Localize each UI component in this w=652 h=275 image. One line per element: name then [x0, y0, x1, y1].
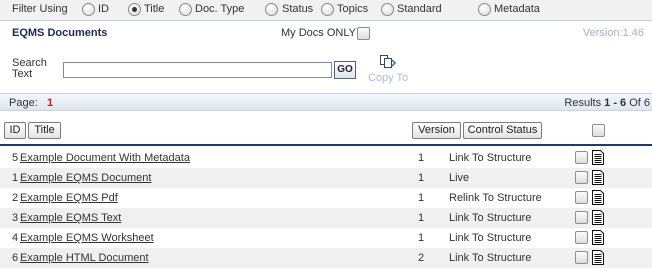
row-status: Link To Structure [449, 212, 532, 224]
filter-radio-metadata-label: Metadata [494, 3, 540, 15]
filter-radio-topics-label: Topics [337, 3, 369, 15]
filter-label: Filter Using [12, 3, 68, 15]
filter-radio-id-label: ID [98, 3, 109, 15]
row-version: 2 [418, 252, 425, 264]
table-row: 1 Example EQMS Document 1 Live [0, 168, 652, 188]
row-id: 1 [12, 172, 19, 184]
row-title-link[interactable]: Example EQMS Text [20, 212, 121, 224]
row-version: 1 [418, 192, 425, 204]
filter-bar: Filter Using ID Title Doc. Type Status T… [0, 0, 652, 20]
row-checkbox[interactable] [575, 191, 588, 204]
row-id: 5 [12, 152, 19, 164]
go-button[interactable]: GO [334, 61, 356, 79]
filter-radio-metadata[interactable] [478, 3, 491, 16]
row-status: Link To Structure [449, 152, 532, 164]
row-id: 3 [12, 212, 19, 224]
row-checkbox[interactable] [575, 251, 588, 264]
header-divider [0, 144, 652, 146]
row-status: Link To Structure [449, 232, 532, 244]
document-icon[interactable] [592, 150, 604, 165]
filter-radio-status-label: Status [282, 3, 314, 15]
row-status: Link To Structure [449, 252, 532, 264]
document-icon[interactable] [592, 170, 604, 185]
filter-radio-standard[interactable] [381, 3, 394, 16]
table-row: 2 Example EQMS Pdf 1 Relink To Structure [0, 188, 652, 208]
row-id: 2 [12, 192, 19, 204]
document-icon[interactable] [592, 190, 604, 205]
column-header-id[interactable]: ID [4, 122, 26, 139]
filter-radio-status[interactable] [265, 3, 278, 16]
row-title-link[interactable]: Example EQMS Document [20, 172, 151, 184]
table-row: 5 Example Document With Metadata 1 Link … [0, 148, 652, 168]
row-title-link[interactable]: Example EQMS Worksheet [20, 232, 154, 244]
filter-radio-title-label: Title [144, 3, 165, 15]
row-id: 4 [12, 232, 19, 244]
select-all-checkbox[interactable] [592, 124, 605, 137]
row-checkbox[interactable] [575, 171, 588, 184]
search-label: Search Text [12, 57, 47, 80]
document-icon[interactable] [592, 230, 604, 245]
filter-radio-doc-type[interactable] [179, 3, 192, 16]
version-label: Version:1.46 [582, 27, 644, 39]
my-docs-only-label: My Docs ONLY [281, 27, 356, 39]
row-title-link[interactable]: Example HTML Document [20, 252, 149, 264]
table-row: 4 Example EQMS Worksheet 1 Link To Struc… [0, 228, 652, 248]
table-row: 3 Example EQMS Text 1 Link To Structure [0, 208, 652, 228]
pager-bar: Page: 1 Results 1 - 6 Of 6 [0, 93, 652, 111]
search-input[interactable] [63, 62, 332, 78]
row-title-link[interactable]: Example EQMS Pdf [20, 192, 118, 204]
copy-to-link[interactable]: Copy To [368, 72, 408, 84]
filter-radio-doc-type-label: Doc. Type [195, 3, 245, 15]
page-number-link[interactable]: 1 [47, 97, 53, 109]
filter-radio-topics[interactable] [321, 3, 334, 16]
row-checkbox[interactable] [575, 211, 588, 224]
table-row: 6 Example HTML Document 2 Link To Struct… [0, 248, 652, 268]
row-checkbox[interactable] [575, 231, 588, 244]
column-header-title[interactable]: Title [28, 122, 61, 139]
row-title-link[interactable]: Example Document With Metadata [20, 152, 190, 164]
results-summary: Results 1 - 6 Of 6 [564, 97, 650, 109]
row-version: 1 [418, 212, 425, 224]
results-range: 1 - 6 [604, 97, 627, 109]
my-docs-only-checkbox[interactable] [357, 27, 370, 40]
row-status: Relink To Structure [449, 192, 542, 204]
page-label: Page: [9, 97, 38, 109]
row-id: 6 [12, 252, 19, 264]
results-prefix: Results [564, 97, 605, 109]
row-checkbox[interactable] [575, 151, 588, 164]
row-version: 1 [418, 172, 425, 184]
filter-radio-title[interactable] [128, 3, 141, 16]
filter-radio-standard-label: Standard [397, 3, 442, 15]
filter-radio-id[interactable] [82, 3, 95, 16]
page-title: EQMS Documents [12, 27, 108, 39]
document-icon[interactable] [592, 250, 604, 265]
row-version: 1 [418, 232, 425, 244]
divider [0, 20, 652, 21]
column-header-version[interactable]: Version [412, 122, 461, 139]
row-version: 1 [418, 152, 425, 164]
row-status: Live [449, 172, 470, 184]
results-suffix: Of 6 [626, 97, 650, 109]
column-header-control-status[interactable]: Control Status [463, 122, 542, 139]
document-icon[interactable] [592, 210, 604, 225]
copy-icon[interactable] [380, 55, 396, 69]
